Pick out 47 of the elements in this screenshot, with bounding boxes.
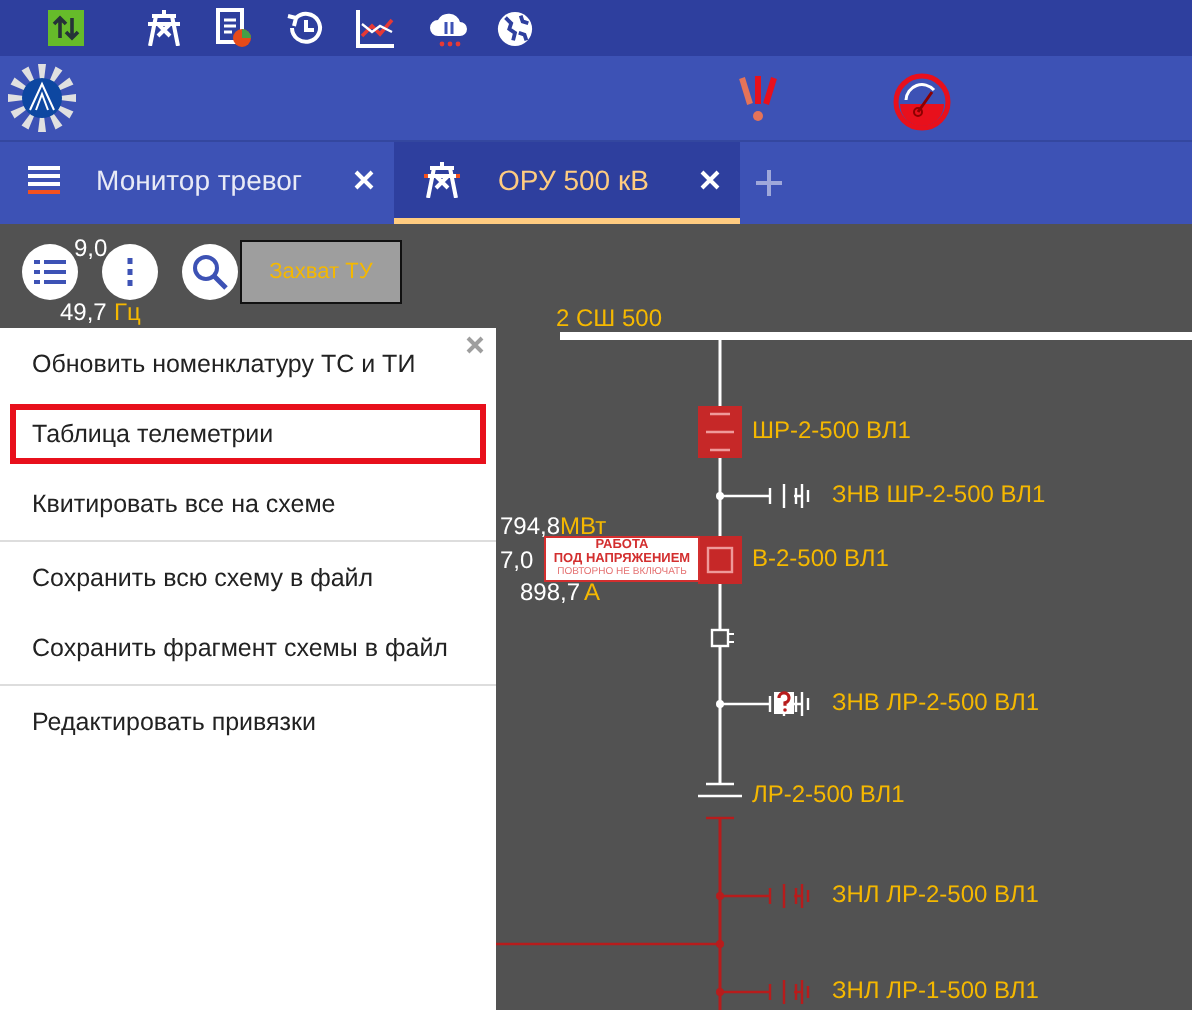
switch-label: ЗНЛ ЛР-1-500 ВЛ1 xyxy=(832,976,1039,1004)
arrows-icon[interactable] xyxy=(48,10,84,46)
frequency-value: 49,7 xyxy=(60,298,107,326)
measurement-value: 7,0 xyxy=(500,546,534,574)
switch-label: ЗНЛ ЛР-2-500 ВЛ1 xyxy=(832,880,1039,908)
globe-icon[interactable] xyxy=(496,9,534,47)
close-icon[interactable] xyxy=(700,170,721,190)
bus-label: 2 СШ 500 xyxy=(556,304,663,332)
menu-item[interactable]: Редактировать привязки xyxy=(10,692,486,752)
switch-label: ЛР-2-500 ВЛ1 xyxy=(752,780,905,808)
menu-item[interactable]: Квитировать все на схеме xyxy=(10,474,486,534)
chart-icon[interactable] xyxy=(356,8,396,48)
menu-item[interactable]: Сохранить фрагмент схемы в файл xyxy=(10,618,486,678)
tab[interactable]: ОРУ 500 кВ xyxy=(394,142,741,224)
gauge-icon[interactable] xyxy=(892,72,952,132)
close-icon[interactable] xyxy=(354,170,375,190)
search-button[interactable] xyxy=(182,244,238,300)
disconnector-tick xyxy=(706,816,734,820)
switch-label: ШР-2-500 ВЛ1 xyxy=(752,416,911,444)
unit-label: А xyxy=(584,578,601,606)
breaker-symbol[interactable] xyxy=(698,536,742,584)
search-icon xyxy=(192,254,228,290)
list-icon xyxy=(34,260,66,284)
tower-icon xyxy=(422,162,463,198)
list-button[interactable] xyxy=(22,244,78,300)
more-icon xyxy=(126,258,134,286)
tower-icon[interactable] xyxy=(144,10,184,46)
ground-switch-symbol[interactable] xyxy=(716,978,810,1006)
add-tab-icon[interactable] xyxy=(756,170,783,196)
ground-switch-symbol[interactable] xyxy=(716,882,810,910)
unit-label: Гц xyxy=(114,298,141,326)
report-icon[interactable] xyxy=(216,8,252,48)
unit-label: МВт xyxy=(560,512,607,540)
switch-label: ЗНВ ШР-2-500 ВЛ1 xyxy=(832,480,1046,508)
history-icon[interactable] xyxy=(284,8,324,48)
frequency-value: 9,0 xyxy=(74,234,108,262)
cloud-icon[interactable] xyxy=(428,8,472,48)
measurement-value: 898,7 xyxy=(520,578,581,606)
menu-icon xyxy=(28,164,60,196)
menu-item[interactable]: Обновить номенклатуру ТС и ТИ xyxy=(10,334,486,394)
switch-label: В-2-500 ВЛ1 xyxy=(752,544,889,572)
disconnector-symbol[interactable] xyxy=(696,782,744,798)
logo-icon xyxy=(4,60,80,136)
menu-item[interactable]: Сохранить всю схему в файл xyxy=(10,548,486,608)
menu-item[interactable]: Таблица телеметрии xyxy=(10,404,486,464)
measurement-value: 794,8 xyxy=(500,512,561,540)
switch-label: ЗНВ ЛР-2-500 ВЛ1 xyxy=(832,688,1040,716)
